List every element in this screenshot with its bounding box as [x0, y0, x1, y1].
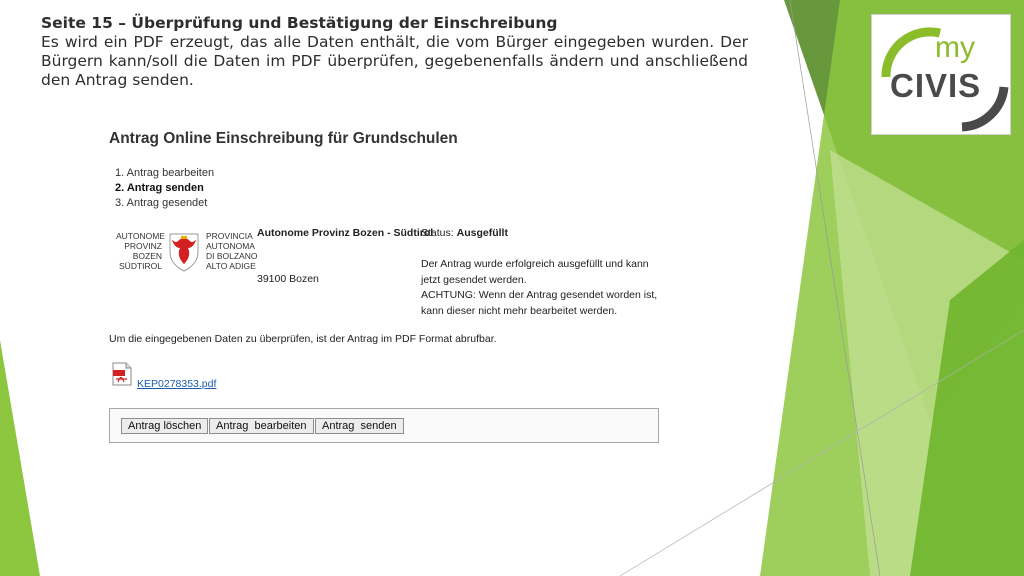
province-de-line: AUTONOME	[116, 231, 165, 241]
mycivis-logo: my CIVIS	[871, 14, 1011, 135]
step-send: 2. Antrag senden	[115, 182, 204, 194]
message-warning: ACHTUNG: Wenn der Antrag gesendet worden…	[421, 289, 658, 317]
province-de-line: BOZEN	[132, 251, 162, 261]
green-shape-left	[0, 340, 40, 576]
edit-application-button[interactable]: Antrag bearbeiten	[209, 418, 314, 434]
progress-steps: 1. Antrag bearbeiten 2. Antrag senden 3.…	[115, 166, 214, 211]
action-button-bar: Antrag löschen Antrag bearbeiten Antrag …	[109, 408, 659, 443]
step-sent: 3. Antrag gesendet	[115, 197, 208, 209]
logo-text-my: my	[935, 31, 975, 64]
page-title: Antrag Online Einschreibung für Grundsch…	[109, 130, 458, 147]
slide-header: Seite 15 – Überprüfung und Bestätigung d…	[41, 14, 748, 90]
status-line: Status: Ausgefüllt	[421, 227, 508, 239]
province-it-line: AUTONOMA	[206, 241, 255, 251]
city-address: 39100 Bozen	[257, 273, 319, 285]
province-name: Autonome Provinz Bozen - Südtirol	[257, 227, 434, 239]
application-panel: Antrag Online Einschreibung für Grundsch…	[109, 130, 669, 443]
status-message: Der Antrag wurde erfolgreich ausgefüllt …	[421, 257, 666, 319]
logo-text-civis: CIVIS	[890, 67, 982, 104]
send-application-button[interactable]: Antrag senden	[315, 418, 404, 434]
pdf-info-text: Um die eingegebenen Daten zu überprüfen,…	[109, 333, 497, 345]
province-logo-de: AUTONOME PROVINZ BOZEN SÜDTIROL	[116, 231, 165, 271]
eagle-crest-icon	[169, 233, 199, 272]
delete-application-button[interactable]: Antrag löschen	[121, 418, 209, 434]
status-label: Status:	[421, 227, 454, 239]
step-edit: 1. Antrag bearbeiten	[115, 167, 215, 179]
province-de-line: SÜDTIROL	[119, 261, 162, 271]
pdf-download-link[interactable]: KEP0278353.pdf	[137, 378, 216, 390]
pdf-file-icon[interactable]	[112, 362, 132, 386]
status-value: Ausgefüllt	[456, 227, 508, 239]
province-it-line: DI BOLZANO	[206, 251, 258, 261]
slide-title: Seite 15 – Überprüfung und Bestätigung d…	[41, 14, 558, 32]
message-ready: Der Antrag wurde erfolgreich ausgefüllt …	[421, 258, 649, 286]
province-de-line: PROVINZ	[124, 241, 162, 251]
province-it-line: ALTO ADIGE	[206, 261, 256, 271]
slide-description: Es wird ein PDF erzeugt, das alle Daten …	[41, 33, 748, 89]
